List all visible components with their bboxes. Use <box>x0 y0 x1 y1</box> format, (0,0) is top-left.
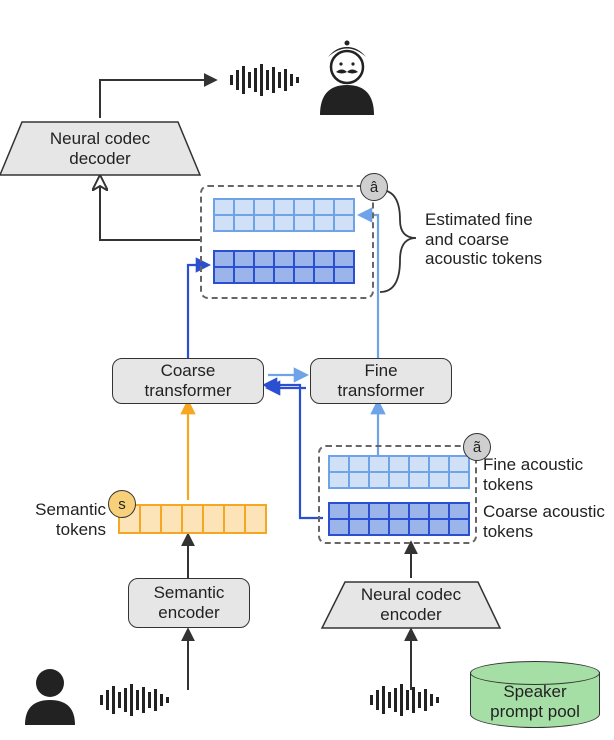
codec-encoder-label: Neural codec encoder <box>361 585 461 624</box>
coarse-transformer: Coarse transformer <box>112 358 264 404</box>
person-icon <box>25 669 75 725</box>
semantic-tokens-label: Semantic tokens <box>26 500 106 539</box>
speaker-prompt-pool: Speaker prompt pool <box>470 672 600 728</box>
fine-acoustic-label: Fine acoustic tokens <box>483 455 583 494</box>
person-hat-icon <box>320 41 374 116</box>
coarse-tf-label: Coarse transformer <box>145 361 232 400</box>
neural-codec-encoder: Neural codec encoder <box>322 582 500 628</box>
s-badge: s <box>108 490 136 518</box>
prompt-coarse-row <box>328 502 470 536</box>
estimated-label: Estimated fine and coarse acoustic token… <box>425 210 590 269</box>
waveform-output <box>230 64 299 96</box>
estimated-fine-row <box>213 198 355 232</box>
semantic-tokens-row <box>118 504 267 534</box>
coarse-acoustic-label: Coarse acoustic tokens <box>483 502 605 541</box>
neural-codec-decoder: Neural codec decoder <box>0 122 200 175</box>
a-hat-badge: â <box>360 173 388 201</box>
prompt-fine-row <box>328 455 470 489</box>
prompt-pool-label: Speaker prompt pool <box>490 682 580 722</box>
waveform-prompt <box>370 684 439 716</box>
s-text: s <box>118 496 126 513</box>
waveform-input <box>100 684 169 716</box>
codec-decoder-label: Neural codec decoder <box>50 129 150 168</box>
fine-transformer: Fine transformer <box>310 358 452 404</box>
a-hat-text: â <box>370 179 378 196</box>
estimated-coarse-row <box>213 250 355 284</box>
semantic-encoder: Semantic encoder <box>128 578 250 628</box>
a-tilde-text: ã <box>473 439 481 456</box>
fine-tf-label: Fine transformer <box>338 361 425 400</box>
connectors <box>0 0 614 740</box>
semantic-encoder-label: Semantic encoder <box>154 583 225 622</box>
